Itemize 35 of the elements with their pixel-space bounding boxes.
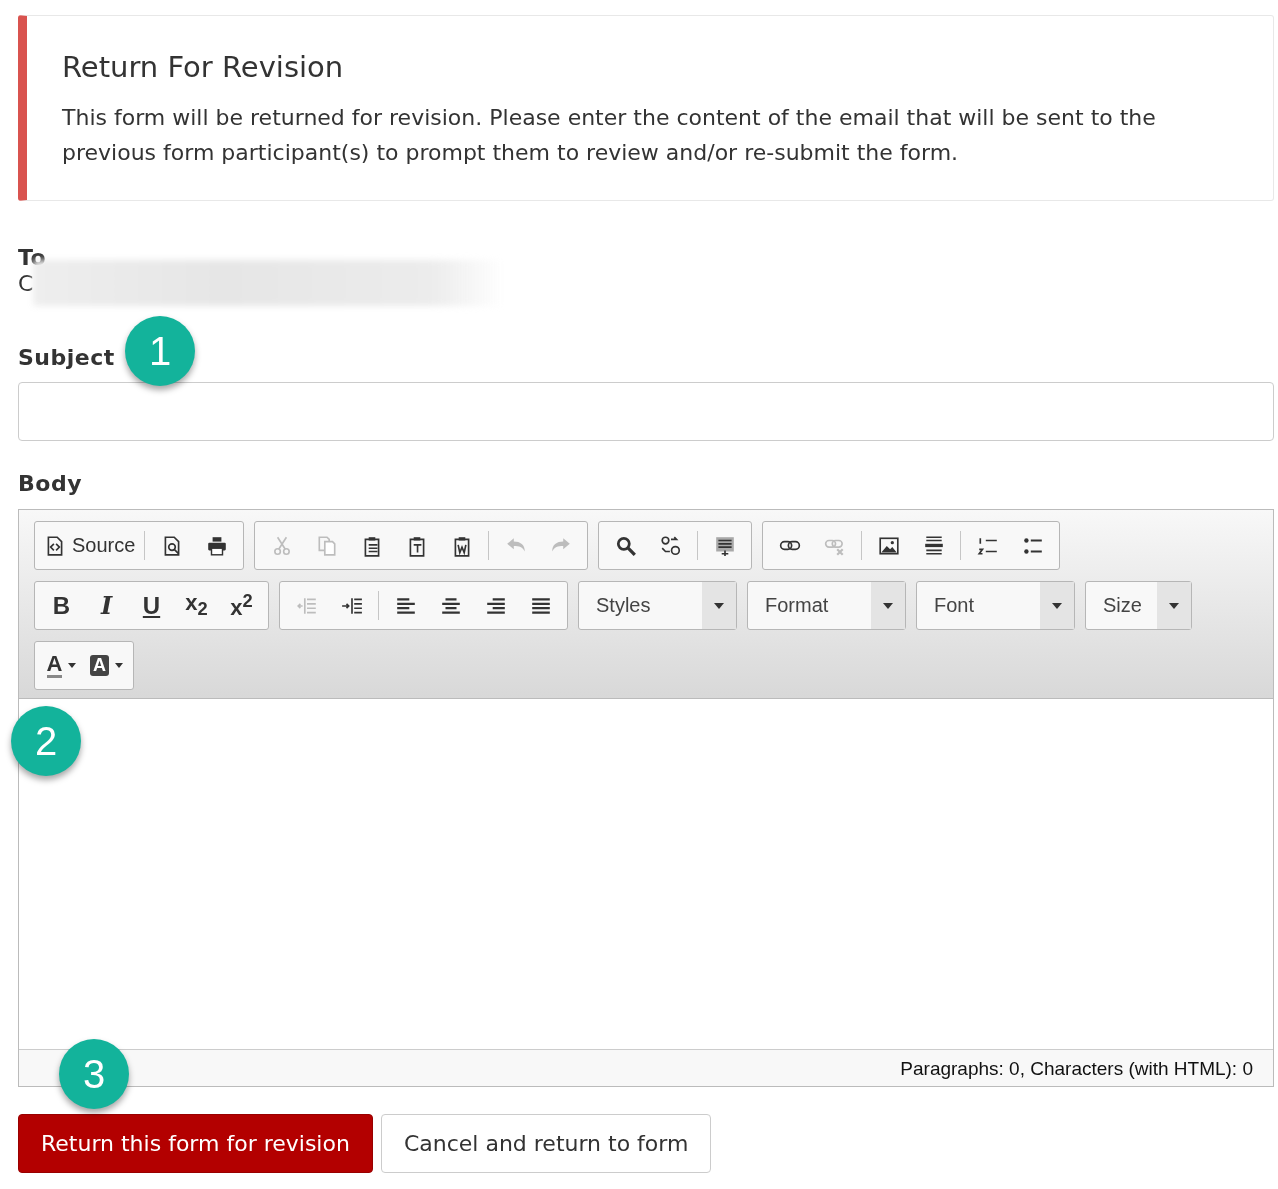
dropdown-field[interactable]: Size: [1085, 581, 1192, 630]
bold-button[interactable]: B: [39, 585, 84, 626]
source-button[interactable]: Source: [39, 525, 141, 566]
background-color-button[interactable]: A: [84, 645, 129, 686]
swap-icon: [659, 534, 682, 557]
dropdown-field[interactable]: Format: [747, 581, 906, 630]
dropdown-field[interactable]: Font: [916, 581, 1075, 630]
caret-icon: [115, 663, 123, 668]
underline-button[interactable]: U: [129, 585, 174, 626]
callout-badge: 1: [125, 316, 195, 386]
copy-icon: [315, 534, 338, 557]
caret-icon: [1169, 602, 1179, 609]
return-button[interactable]: Return this form for revision: [18, 1114, 373, 1173]
subscript-button[interactable]: x$_{2}$: [174, 585, 219, 626]
superscript-button[interactable]: x$^{2}$: [219, 585, 264, 626]
dropdown-field[interactable]: Styles: [578, 581, 737, 630]
printer-icon: [205, 534, 228, 557]
caret-icon: [68, 663, 77, 668]
caret-icon: [883, 602, 893, 609]
italic-button[interactable]: I: [84, 585, 129, 626]
caret-icon: [1052, 602, 1062, 609]
text-color-button[interactable]: A: [39, 645, 84, 686]
to-label: To: [18, 245, 47, 270]
subject-field[interactable]: [18, 382, 1274, 441]
text-block-icon: [713, 534, 736, 557]
subject-label: Subject: [18, 345, 115, 370]
image-icon: [877, 534, 900, 557]
horizontal-line-icon: [922, 534, 945, 557]
body-label: Body: [18, 471, 82, 496]
caret-icon: [714, 602, 724, 609]
notice-text: This form will be returned for revision. Please enter the content of the email that will be sent to the previous form participant(s) to prompt them to review and/or re-submit the form.: [62, 104, 1157, 167]
notice-title: Return For Revision: [62, 50, 345, 84]
recipient-text: C: [18, 270, 34, 296]
cancel-button[interactable]: Cancel and return to form: [380, 1114, 712, 1173]
search-icon: [614, 534, 637, 557]
